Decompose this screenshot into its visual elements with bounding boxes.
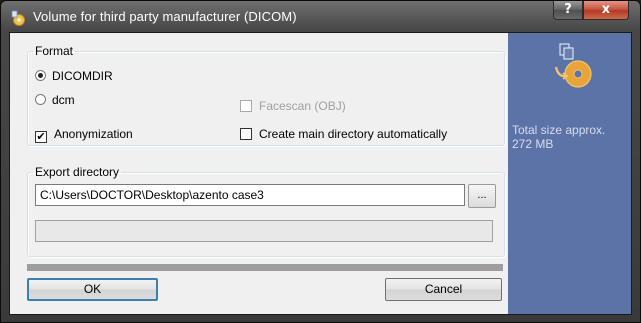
anonymization-label: Anonymization (54, 127, 133, 141)
ok-button[interactable]: OK (27, 278, 158, 301)
total-size-caption: Total size approx. (512, 123, 606, 137)
facescan-checkbox[interactable]: Facescan (OBJ) (240, 99, 346, 113)
separator-bar (27, 264, 503, 271)
total-size-value: 272 MB (512, 137, 554, 151)
radio-dcm-label: dcm (52, 93, 75, 107)
facescan-checkbox-box[interactable] (240, 100, 252, 112)
radio-dicomdir-label: DICOMDIR (52, 69, 113, 83)
facescan-label: Facescan (OBJ) (259, 99, 346, 113)
radio-dicomdir[interactable]: DICOMDIR (35, 69, 113, 83)
dialog-window: Volume for third party manufacturer (DIC… (0, 0, 641, 323)
export-disc-icon (554, 43, 592, 88)
export-progress-bar (35, 220, 493, 242)
radio-dcm[interactable]: dcm (35, 93, 75, 107)
create-main-dir-checkbox-box[interactable] (240, 128, 252, 140)
app-icon (11, 10, 25, 26)
info-side-panel: Total size approx. 272 MB (508, 33, 631, 314)
total-size-label: Total size approx. 272 MB (512, 123, 605, 151)
help-button[interactable]: ? (553, 1, 583, 20)
help-icon: ? (564, 2, 572, 17)
export-path-input[interactable] (35, 184, 465, 206)
close-icon: x (601, 2, 611, 17)
export-directory-group: Export directory (27, 165, 505, 257)
anonymization-checkbox[interactable]: ✔ Anonymization (35, 127, 133, 143)
export-directory-legend: Export directory (35, 165, 120, 179)
create-main-dir-checkbox[interactable]: Create main directory automatically (240, 127, 447, 141)
cancel-button[interactable]: Cancel (385, 278, 502, 301)
close-button[interactable]: x (583, 1, 629, 20)
window-title: Volume for third party manufacturer (DIC… (33, 9, 297, 24)
radio-dicomdir-indicator[interactable] (35, 70, 46, 81)
dialog-body: Format DICOMDIR dcm Facescan (OBJ) ✔ Anon… (9, 32, 632, 315)
anonymization-checkbox-box[interactable]: ✔ (35, 131, 47, 143)
browse-button[interactable]: ... (468, 184, 496, 208)
format-legend: Format (35, 44, 74, 58)
create-main-dir-label: Create main directory automatically (259, 127, 448, 141)
title-bar[interactable]: Volume for third party manufacturer (DIC… (1, 1, 640, 33)
radio-dcm-indicator[interactable] (35, 94, 46, 105)
